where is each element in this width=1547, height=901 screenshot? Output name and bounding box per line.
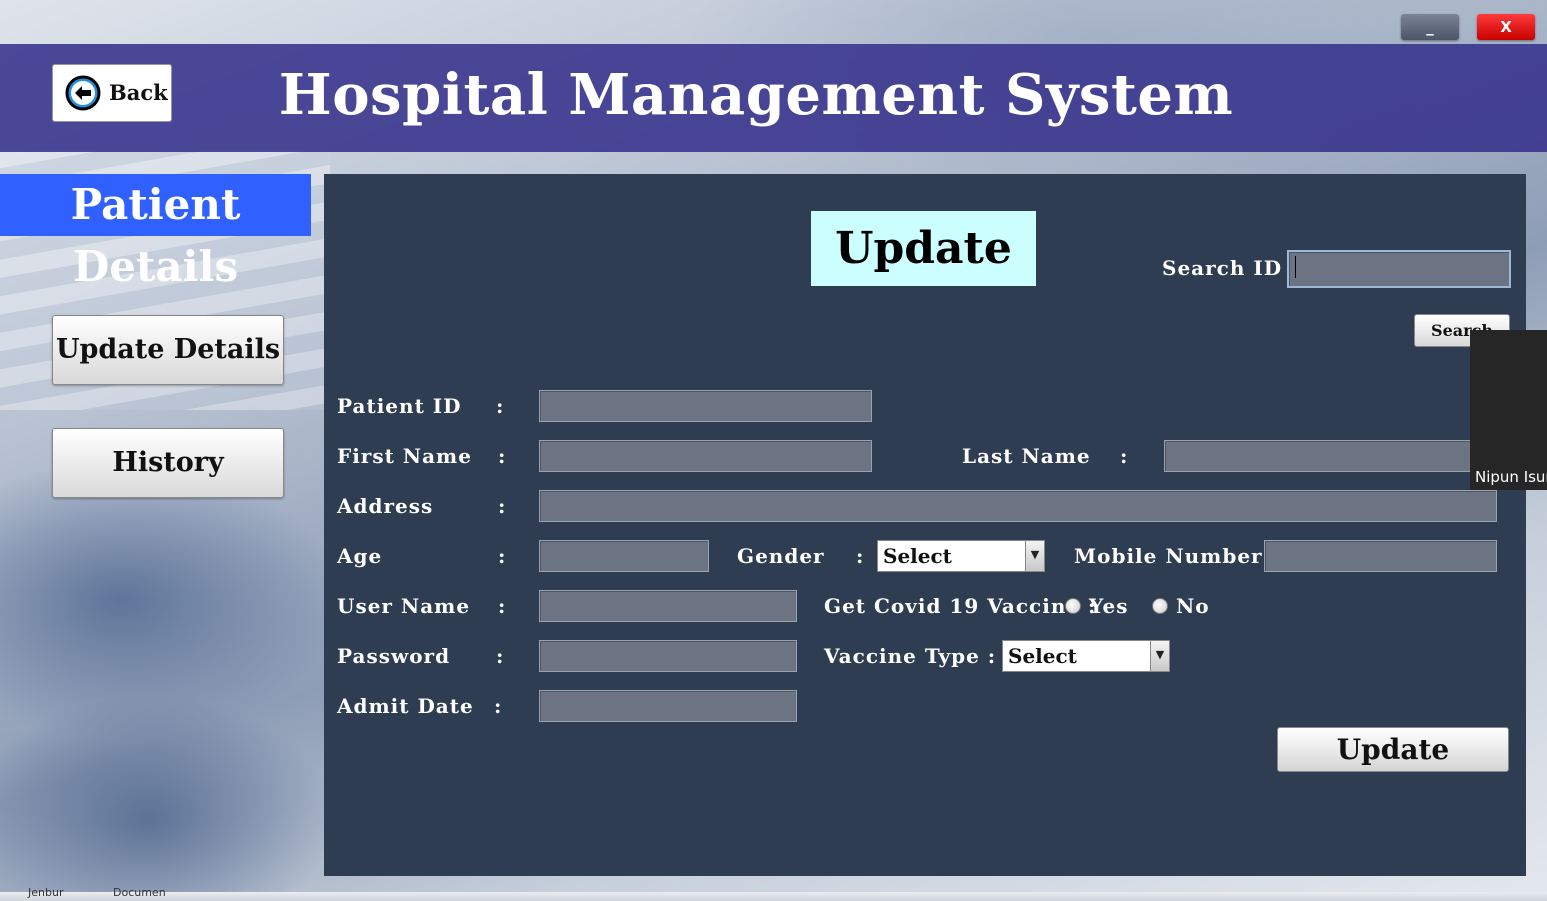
app-title: Hospital Management System — [278, 62, 1234, 128]
gender-label: Gender — [737, 544, 825, 568]
colon: : — [498, 494, 506, 518]
update-submit-button[interactable]: Update — [1277, 727, 1509, 772]
patient-id-field[interactable] — [539, 390, 872, 422]
password-label: Password — [337, 644, 451, 668]
covid-vaccine-label: Get Covid 19 Vaccine : — [824, 594, 1097, 618]
colon: : — [498, 444, 506, 468]
history-button[interactable]: History — [52, 428, 284, 498]
age-field[interactable] — [539, 540, 709, 572]
patient-id-label: Patient ID — [337, 394, 462, 418]
colon: : — [1120, 444, 1128, 468]
address-label: Address — [337, 494, 434, 518]
colon: : — [496, 394, 504, 418]
user-name-label: User Name — [337, 594, 471, 618]
mobile-number-field[interactable] — [1264, 540, 1497, 572]
colon: : — [856, 544, 864, 568]
password-field[interactable] — [539, 640, 797, 672]
last-name-label: Last Name — [962, 444, 1091, 468]
first-name-field[interactable] — [539, 440, 872, 472]
vaccine-yes-radio[interactable] — [1065, 598, 1081, 614]
colon: : — [498, 594, 506, 618]
colon: : — [498, 544, 506, 568]
colon: : — [496, 644, 504, 668]
gender-select[interactable]: Select ▼ — [877, 540, 1045, 572]
section-title: Patient Details — [0, 174, 311, 291]
taskbar-item[interactable]: Documen — [113, 886, 166, 899]
vaccine-no-label: No — [1176, 594, 1210, 618]
admit-date-field[interactable] — [539, 690, 797, 722]
vaccine-type-select[interactable]: Select ▼ — [1002, 640, 1170, 672]
gender-select-value: Select — [883, 544, 952, 568]
chevron-down-icon: ▼ — [1150, 641, 1169, 671]
close-button[interactable]: X — [1477, 14, 1535, 40]
address-field[interactable] — [539, 490, 1497, 522]
admit-date-label: Admit Date — [337, 694, 474, 718]
first-name-label: First Name — [337, 444, 472, 468]
mobile-number-label: Mobile Number : — [1074, 544, 1279, 568]
vaccine-type-select-value: Select — [1008, 644, 1077, 668]
update-details-button[interactable]: Update Details — [52, 315, 284, 385]
user-name-field[interactable] — [539, 590, 797, 622]
participant-name: Nipun Isur — [1475, 468, 1547, 486]
video-call-participant-tile[interactable]: Nipun Isur — [1470, 330, 1547, 490]
age-label: Age — [337, 544, 383, 568]
vaccine-yes-label: Yes — [1089, 594, 1129, 618]
chevron-down-icon: ▼ — [1025, 541, 1044, 571]
colon: : — [494, 694, 502, 718]
form-heading: Update — [811, 211, 1036, 286]
last-name-field[interactable] — [1164, 440, 1471, 472]
minimize-button[interactable]: _ — [1401, 14, 1459, 40]
text-caret — [1295, 256, 1296, 278]
taskbar-strip: Jenbur Documen — [0, 886, 1547, 901]
vaccine-no-radio[interactable] — [1152, 598, 1168, 614]
search-id-input[interactable] — [1287, 250, 1511, 288]
taskbar-item[interactable]: Jenbur — [28, 886, 63, 899]
search-id-label: Search ID : — [1162, 256, 1299, 280]
vaccine-type-label: Vaccine Type : — [824, 644, 997, 668]
